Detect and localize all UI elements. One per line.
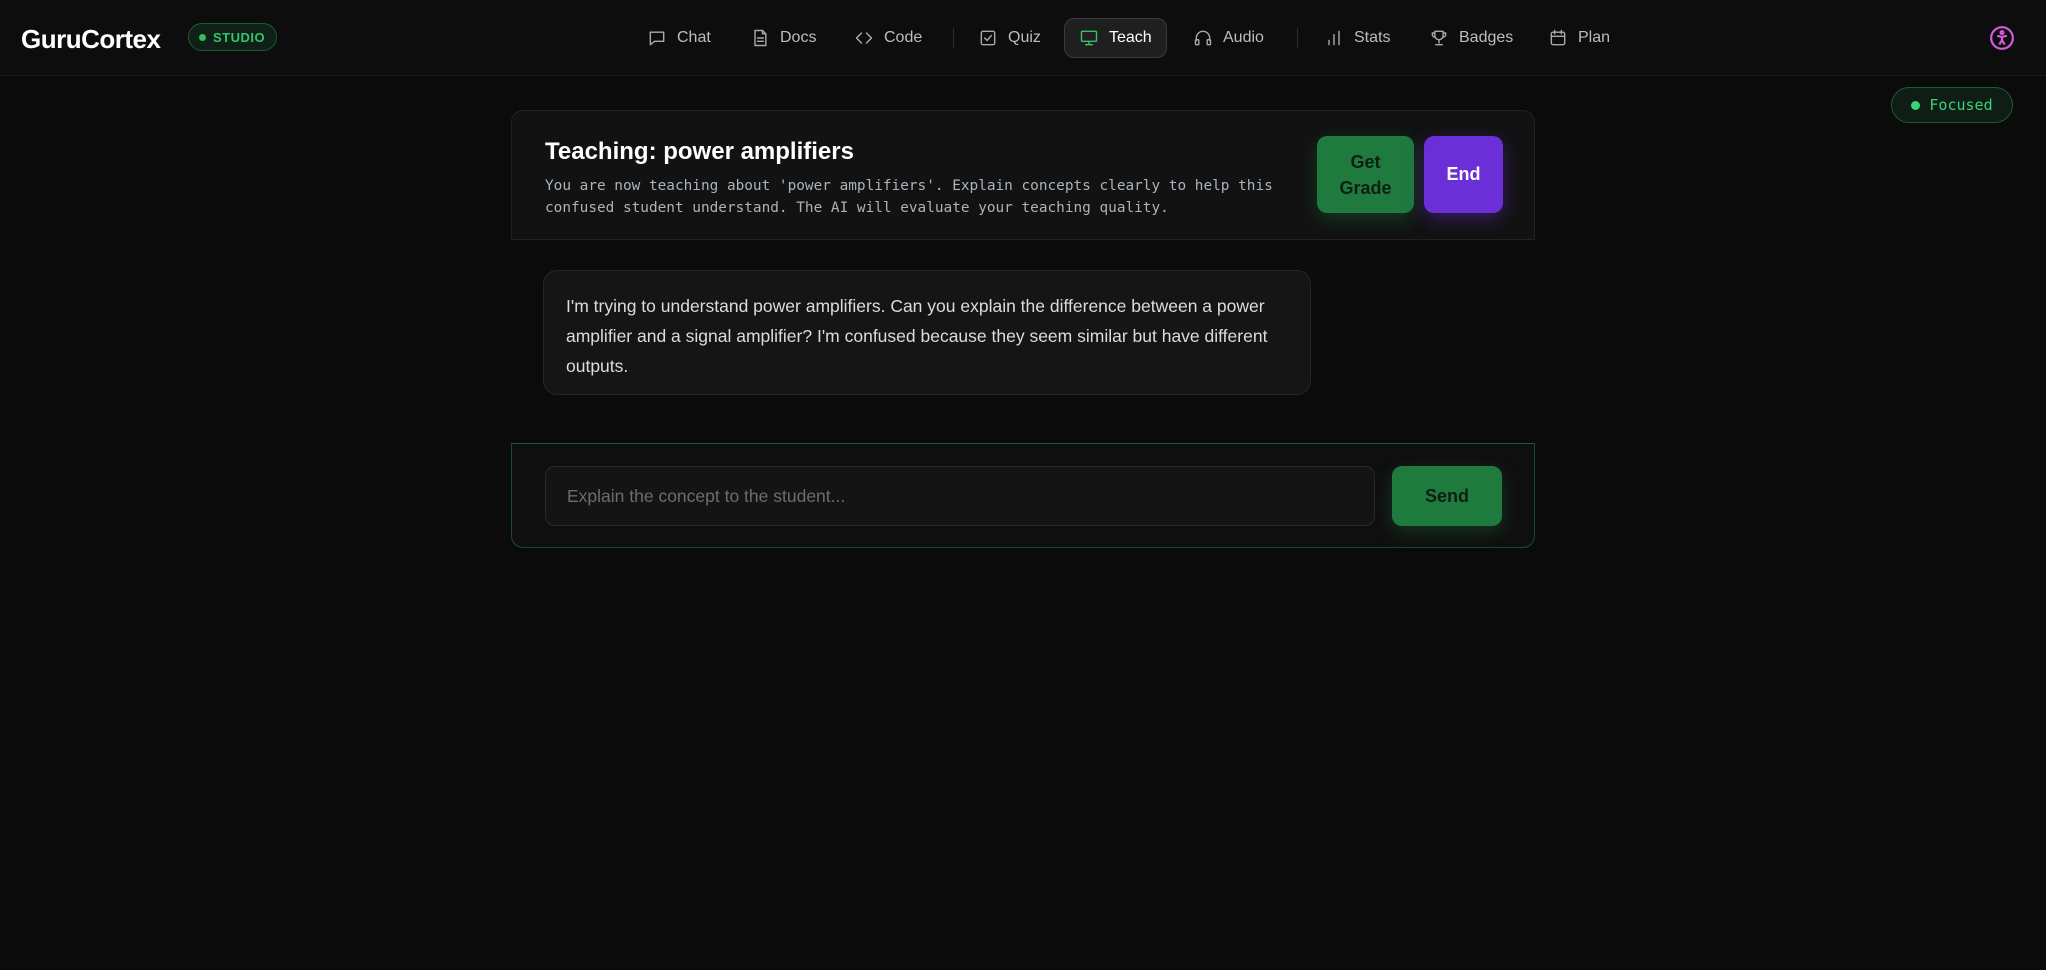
focus-status-badge: Focused <box>1891 87 2013 123</box>
focus-status-dot <box>1911 100 1921 110</box>
document-icon <box>754 29 767 47</box>
nav-item-label: Audio <box>1223 29 1264 46</box>
status-dot <box>199 33 206 41</box>
nav-item-label: Teach <box>1109 29 1152 46</box>
teaching-header-panel: Teaching: power amplifiers You are now t… <box>511 110 1535 240</box>
get-grade-button[interactable]: Get Grade <box>1317 136 1414 213</box>
nav-item-stats[interactable]: Stats <box>1310 18 1404 58</box>
nav-item-badges[interactable]: Badges <box>1415 18 1527 58</box>
calendar-icon <box>1550 29 1566 46</box>
nav-item-plan[interactable]: Plan <box>1534 18 1624 58</box>
nav-item-label: Chat <box>677 29 711 46</box>
nav-item-code[interactable]: Code <box>840 18 936 58</box>
nav-item-docs[interactable]: Docs <box>736 18 830 58</box>
bar-chart-icon <box>1328 30 1340 46</box>
nav-item-teach[interactable]: Teach <box>1064 18 1167 58</box>
composer-panel: Send <box>511 443 1535 548</box>
nav-divider <box>1297 28 1298 48</box>
accessibility-icon <box>1990 26 2014 50</box>
nav-item-audio[interactable]: Audio <box>1179 18 1278 58</box>
nav-item-label: Code <box>884 29 923 46</box>
headphones-icon <box>1194 30 1212 46</box>
nav-item-label: Plan <box>1578 29 1611 46</box>
checkbox-icon <box>980 30 996 46</box>
chat-icon <box>649 31 665 46</box>
nav-item-label: Badges <box>1459 29 1514 46</box>
studio-badge: STUDIO <box>188 23 278 51</box>
app-logo[interactable]: GuruCortex <box>21 24 161 55</box>
nav-item-quiz[interactable]: Quiz <box>964 18 1055 58</box>
top-navigation-bar: GuruCortex STUDIO Chat Docs Code Quiz Te… <box>0 0 2046 76</box>
accessibility-button[interactable] <box>1989 25 2015 51</box>
presentation-icon <box>1080 30 1098 46</box>
studio-badge-label: STUDIO <box>213 29 266 45</box>
focus-status-label: Focused <box>1929 96 1993 114</box>
nav-item-chat[interactable]: Chat <box>633 18 725 58</box>
send-button[interactable]: Send <box>1392 466 1502 526</box>
explanation-input[interactable] <box>545 466 1375 526</box>
end-session-button[interactable]: End <box>1424 136 1503 213</box>
student-message-bubble: I'm trying to understand power amplifier… <box>543 270 1311 395</box>
nav-item-label: Stats <box>1354 29 1391 46</box>
code-icon <box>855 32 873 44</box>
nav-divider <box>953 28 954 48</box>
nav-item-label: Quiz <box>1008 29 1041 46</box>
trophy-icon <box>1431 30 1447 46</box>
nav-item-label: Docs <box>780 29 817 46</box>
teaching-description: You are now teaching about 'power amplif… <box>545 178 1273 216</box>
page-title: Teaching: power amplifiers <box>545 138 854 165</box>
